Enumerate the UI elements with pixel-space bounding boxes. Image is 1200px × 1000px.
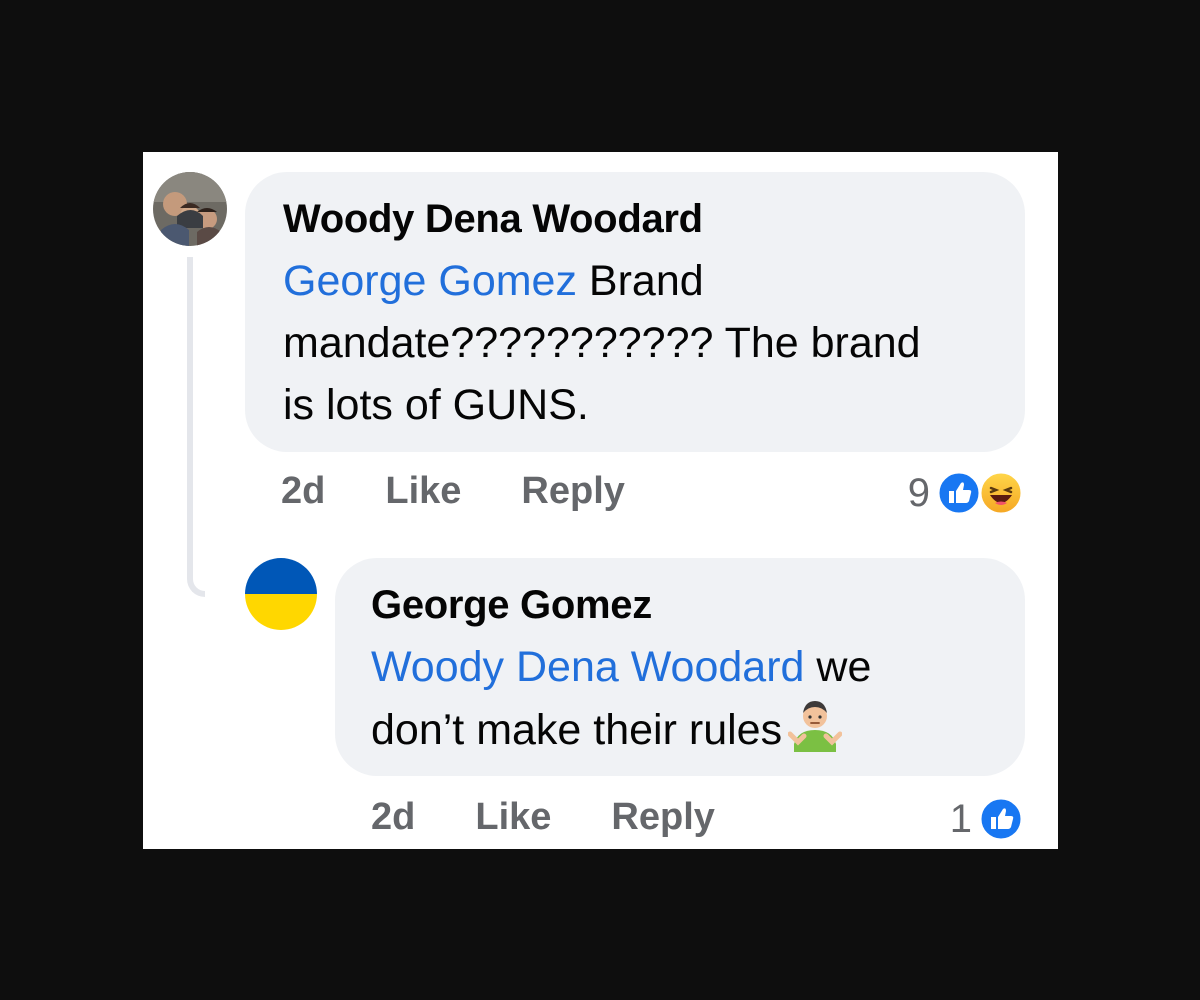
reaction-summary[interactable]: 9 <box>908 470 1024 516</box>
comment-text-line: is lots of GUNS. <box>283 381 589 429</box>
timestamp[interactable]: 2d <box>371 796 415 839</box>
avatar-george-gomez[interactable] <box>245 558 317 630</box>
reply-button[interactable]: Reply <box>521 470 624 513</box>
comment-text-line: don’t make their rules <box>371 706 783 754</box>
timestamp[interactable]: 2d <box>281 470 325 513</box>
reply-bubble: George Gomez Woody Dena Woodard we don’t … <box>335 558 1025 776</box>
comment-author[interactable]: George Gomez <box>371 580 989 630</box>
comment-text-line: mandate??????????? The brand <box>283 319 921 367</box>
comment-text: George Gomez Brand mandate??????????? The… <box>283 250 989 436</box>
comment-text-line: we <box>804 643 872 691</box>
avatar-woody-dena-woodard[interactable] <box>153 172 227 246</box>
reaction-summary[interactable]: 1 <box>950 796 1024 842</box>
person-shrugging-icon <box>787 698 843 752</box>
comment-thread: Woody Dena Woodard George Gomez Brand man… <box>143 152 1058 849</box>
like-icon <box>936 470 982 516</box>
comment-actions: 2d Like Reply <box>281 470 625 513</box>
like-icon <box>978 796 1024 842</box>
like-button[interactable]: Like <box>385 470 461 513</box>
reply-actions: 2d Like Reply <box>371 796 715 839</box>
comment-text-line: Brand <box>576 257 704 305</box>
reply-button[interactable]: Reply <box>611 796 714 839</box>
reaction-count: 9 <box>907 470 930 515</box>
reaction-count: 1 <box>949 796 972 841</box>
comment-text: Woody Dena Woodard we don’t make their ru… <box>371 636 989 761</box>
mention-link[interactable]: Woody Dena Woodard <box>371 643 804 691</box>
haha-icon <box>978 470 1024 516</box>
comment-bubble: Woody Dena Woodard George Gomez Brand man… <box>245 172 1025 452</box>
like-button[interactable]: Like <box>475 796 551 839</box>
mention-link[interactable]: George Gomez <box>283 257 577 305</box>
comment-author[interactable]: Woody Dena Woodard <box>283 194 989 244</box>
thread-connector-line <box>187 257 205 597</box>
